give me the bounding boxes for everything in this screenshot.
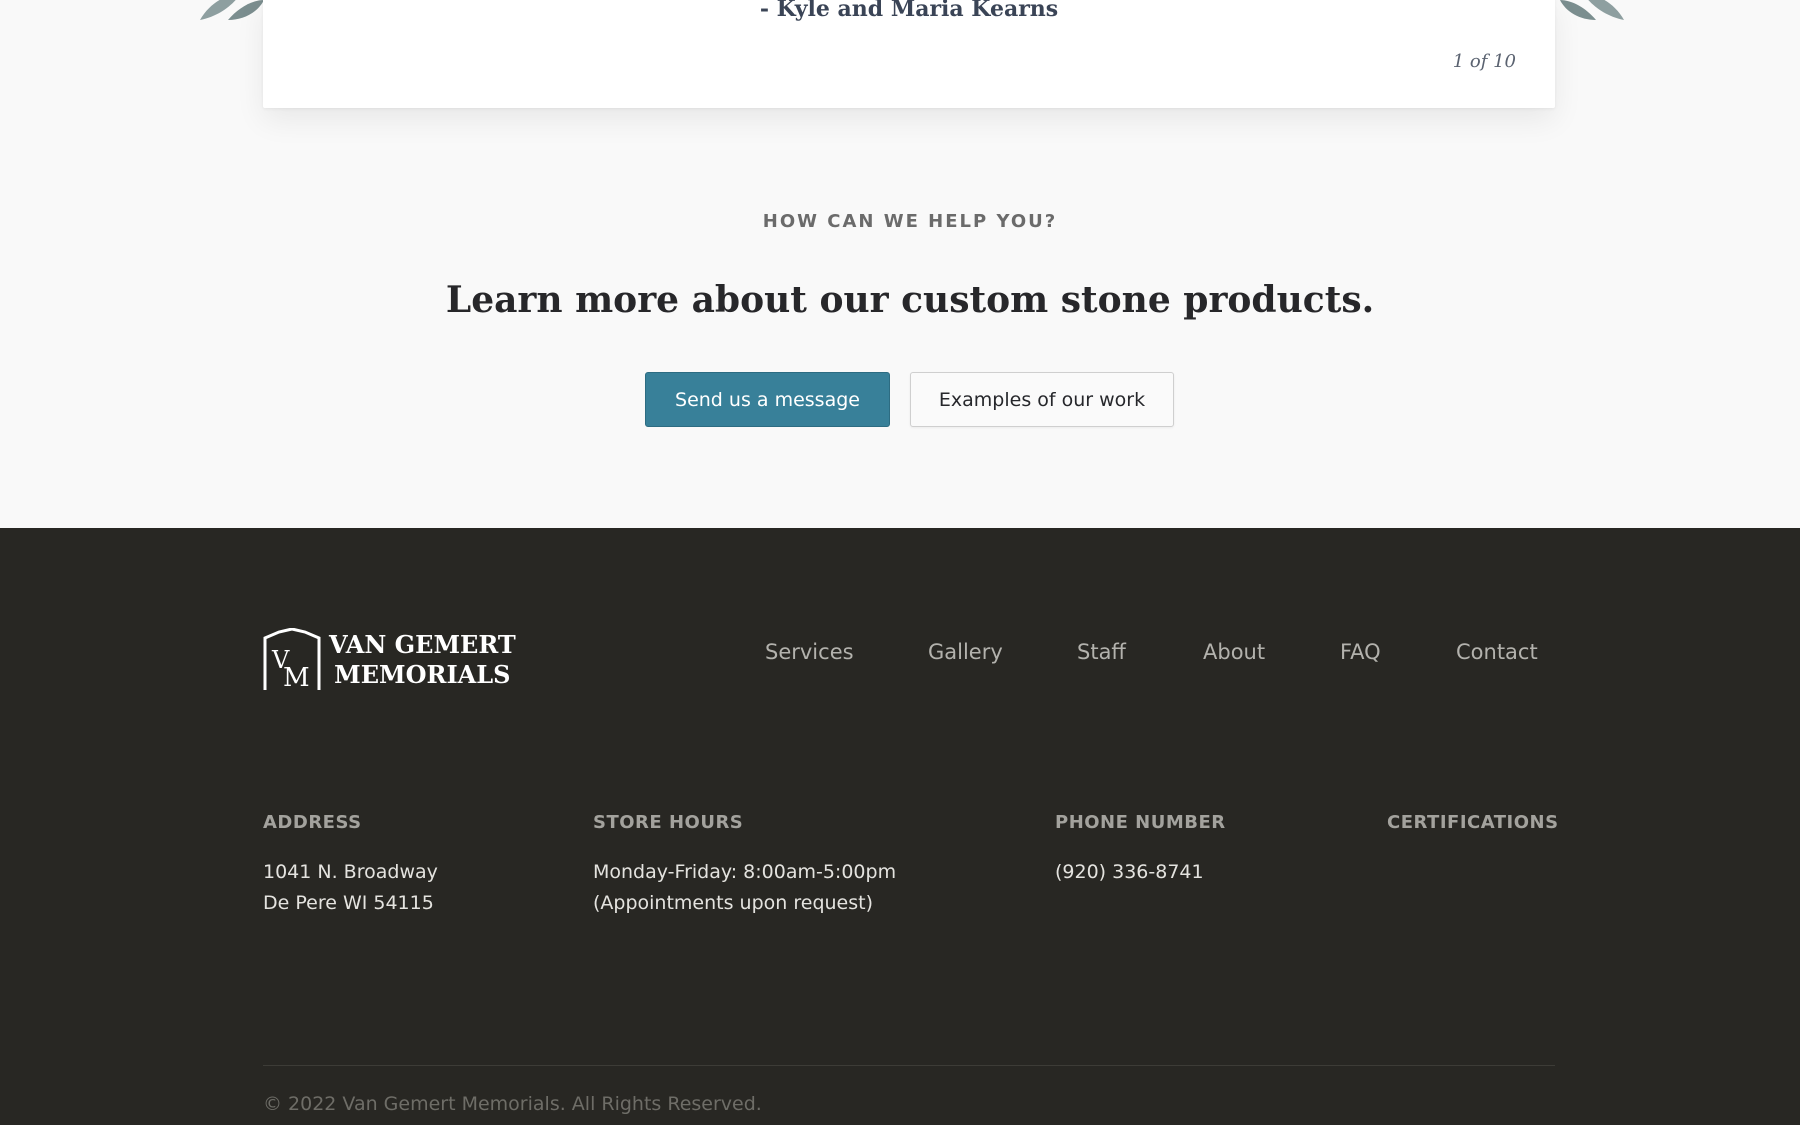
certifications-heading: CERTIFICATIONS — [1387, 812, 1559, 833]
examples-of-work-button[interactable]: Examples of our work — [910, 372, 1174, 427]
help-eyebrow: HOW CAN WE HELP YOU? — [762, 211, 1058, 232]
leaf-decoration-right — [1560, 0, 1624, 20]
store-hours-heading: STORE HOURS — [593, 812, 744, 833]
nav-link-staff[interactable]: Staff — [1077, 640, 1126, 664]
testimonial-card: - Kyle and Maria Kearns 1 of 10 — [263, 0, 1555, 108]
nav-link-services[interactable]: Services — [765, 640, 854, 664]
nav-link-faq[interactable]: FAQ — [1340, 640, 1381, 664]
leaf-decoration-left — [200, 0, 264, 20]
footer-nav: Services Gallery Staff About FAQ Contact — [0, 640, 1800, 670]
nav-link-about[interactable]: About — [1203, 640, 1265, 664]
address-heading: ADDRESS — [263, 812, 362, 833]
store-hours-line-1: Monday-Friday: 8:00am-5:00pm — [593, 861, 897, 883]
copyright: © 2022 Van Gemert Memorials. All Rights … — [263, 1093, 762, 1115]
footer: V M VAN GEMERT MEMORIALS Services Galler… — [0, 528, 1800, 1125]
address-line-2: De Pere WI 54115 — [263, 892, 434, 914]
help-heading: Learn more about our custom stone produc… — [445, 279, 1375, 321]
nav-link-contact[interactable]: Contact — [1456, 640, 1538, 664]
store-hours-line-2: (Appointments upon request) — [593, 892, 873, 914]
phone-heading: PHONE NUMBER — [1055, 812, 1226, 833]
phone-number[interactable]: (920) 336-8741 — [1055, 861, 1204, 883]
footer-divider — [263, 1065, 1555, 1066]
address-line-1: 1041 N. Broadway — [263, 861, 438, 883]
testimonial-author: - Kyle and Maria Kearns — [759, 0, 1059, 22]
send-message-button[interactable]: Send us a message — [645, 372, 890, 427]
testimonial-counter: 1 of 10 — [1452, 51, 1516, 72]
nav-link-gallery[interactable]: Gallery — [928, 640, 1003, 664]
